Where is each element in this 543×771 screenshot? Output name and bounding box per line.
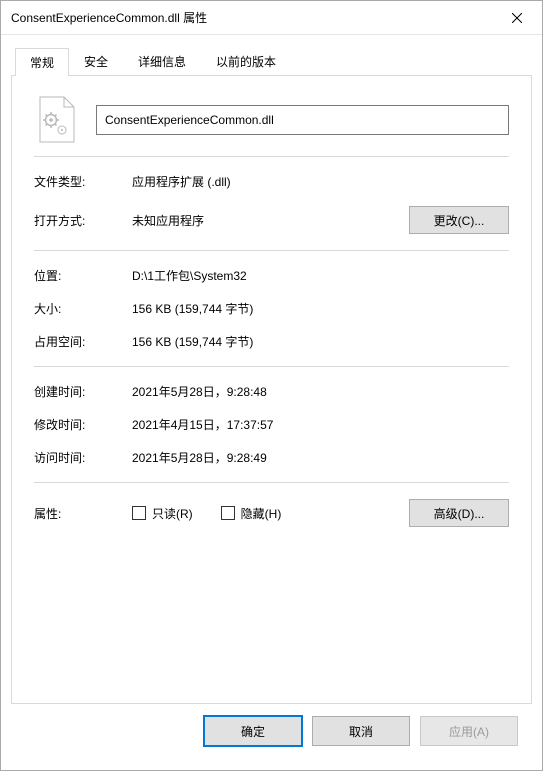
filename-row [34, 98, 509, 142]
tab-security[interactable]: 安全 [69, 47, 123, 75]
filename-input[interactable] [96, 105, 509, 135]
checkbox-icon [221, 506, 235, 520]
divider [34, 250, 509, 251]
location-value: D:\1工作包\System32 [132, 267, 509, 284]
divider [34, 156, 509, 157]
dialog-footer: 确定 取消 应用(A) [11, 704, 532, 760]
properties-dialog: ConsentExperienceCommon.dll 属性 常规 安全 详细信… [0, 0, 543, 771]
properties-rows: 文件类型: 应用程序扩展 (.dll) 打开方式: 未知应用程序 更改(C)..… [34, 165, 509, 535]
readonly-label: 只读(R) [152, 505, 193, 522]
row-modified: 修改时间: 2021年4月15日，17:37:57 [34, 408, 509, 441]
created-label: 创建时间: [34, 383, 132, 400]
ok-button[interactable]: 确定 [204, 716, 302, 746]
row-attributes: 属性: 只读(R) 隐藏(H) 高级(D)... [34, 491, 509, 535]
row-size: 大小: 156 KB (159,744 字节) [34, 292, 509, 325]
accessed-label: 访问时间: [34, 449, 132, 466]
titlebar: ConsentExperienceCommon.dll 属性 [1, 1, 542, 35]
apply-button[interactable]: 应用(A) [420, 716, 518, 746]
change-button[interactable]: 更改(C)... [409, 206, 509, 234]
modified-label: 修改时间: [34, 416, 132, 433]
size-value: 156 KB (159,744 字节) [132, 300, 509, 317]
advanced-button[interactable]: 高级(D)... [409, 499, 509, 527]
hidden-checkbox[interactable]: 隐藏(H) [221, 505, 282, 522]
location-label: 位置: [34, 267, 132, 284]
row-location: 位置: D:\1工作包\System32 [34, 259, 509, 292]
file-type-value: 应用程序扩展 (.dll) [132, 173, 509, 190]
divider [34, 366, 509, 367]
close-icon [512, 13, 522, 23]
tab-previous-versions[interactable]: 以前的版本 [201, 47, 291, 75]
dialog-body: 常规 安全 详细信息 以前的版本 [1, 35, 542, 770]
tab-details[interactable]: 详细信息 [123, 47, 201, 75]
file-icon [34, 98, 78, 142]
hidden-label: 隐藏(H) [241, 505, 282, 522]
size-label: 大小: [34, 300, 132, 317]
row-created: 创建时间: 2021年5月28日，9:28:48 [34, 375, 509, 408]
readonly-checkbox[interactable]: 只读(R) [132, 505, 193, 522]
open-with-value: 未知应用程序 [132, 212, 409, 229]
row-file-type: 文件类型: 应用程序扩展 (.dll) [34, 165, 509, 198]
row-accessed: 访问时间: 2021年5月28日，9:28:49 [34, 441, 509, 474]
tab-general[interactable]: 常规 [15, 48, 69, 76]
size-on-disk-value: 156 KB (159,744 字节) [132, 333, 509, 350]
close-button[interactable] [494, 3, 540, 33]
tabstrip: 常规 安全 详细信息 以前的版本 [11, 47, 532, 75]
file-type-label: 文件类型: [34, 173, 132, 190]
created-value: 2021年5月28日，9:28:48 [132, 383, 509, 400]
divider [34, 482, 509, 483]
open-with-label: 打开方式: [34, 212, 132, 229]
tab-panel-general: 文件类型: 应用程序扩展 (.dll) 打开方式: 未知应用程序 更改(C)..… [11, 75, 532, 704]
attributes-label: 属性: [34, 505, 132, 522]
size-on-disk-label: 占用空间: [34, 333, 132, 350]
window-title: ConsentExperienceCommon.dll 属性 [11, 9, 494, 26]
checkbox-icon [132, 506, 146, 520]
modified-value: 2021年4月15日，17:37:57 [132, 416, 509, 433]
row-open-with: 打开方式: 未知应用程序 更改(C)... [34, 198, 509, 242]
dll-icon [36, 96, 76, 144]
accessed-value: 2021年5月28日，9:28:49 [132, 449, 509, 466]
cancel-button[interactable]: 取消 [312, 716, 410, 746]
row-size-on-disk: 占用空间: 156 KB (159,744 字节) [34, 325, 509, 358]
